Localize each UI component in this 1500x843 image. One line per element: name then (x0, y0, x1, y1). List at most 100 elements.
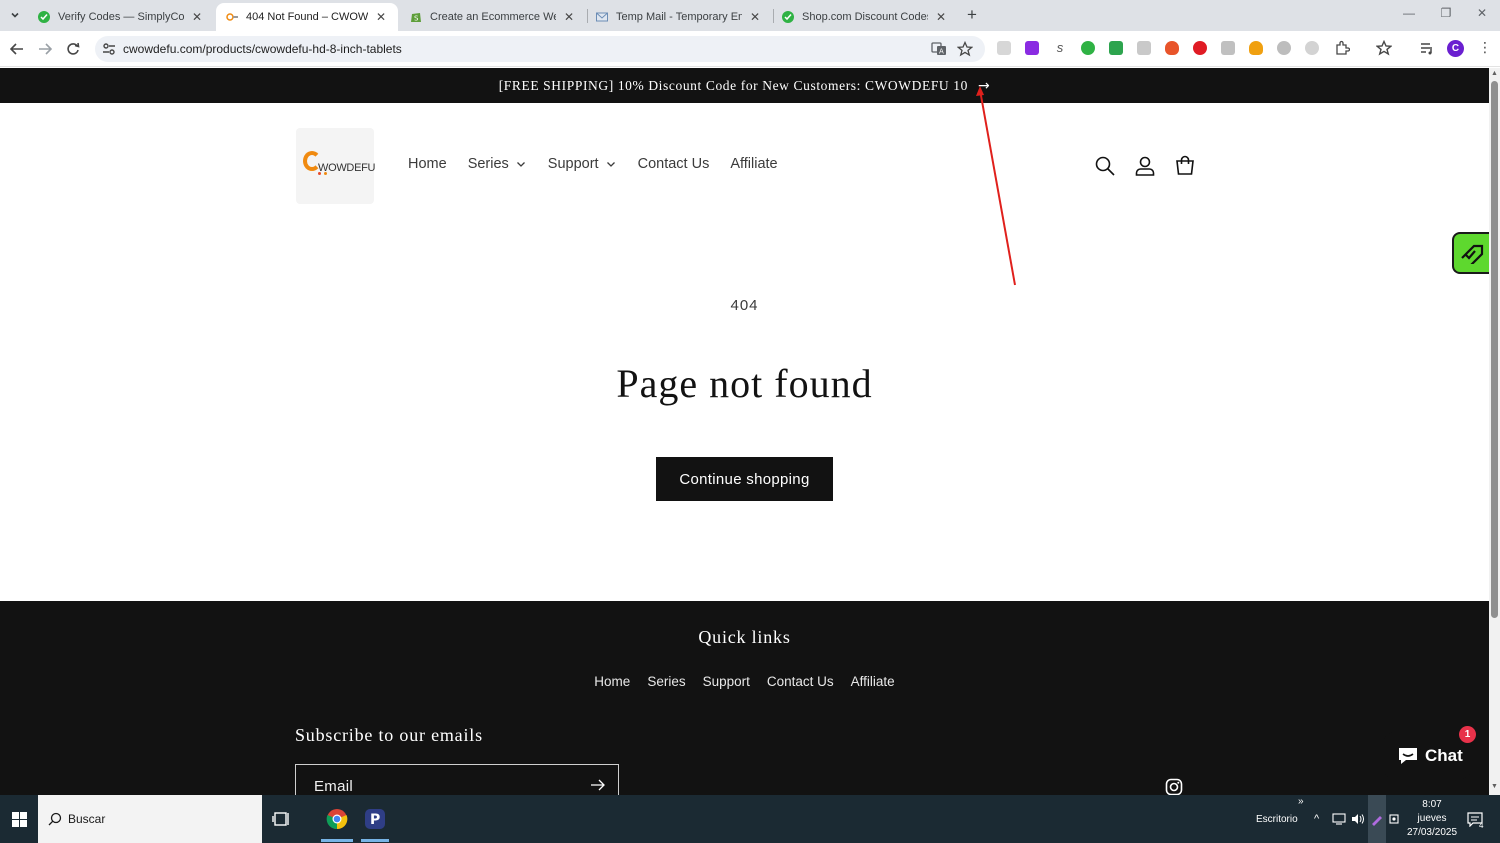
footer-link-affiliate[interactable]: Affiliate (851, 674, 895, 689)
translate-icon[interactable]: A (931, 41, 947, 57)
scroll-up-icon[interactable]: ▲ (1491, 70, 1498, 77)
footer-link-series[interactable]: Series (647, 674, 685, 689)
close-icon[interactable]: ✕ (374, 10, 388, 24)
shopify-favicon-icon: S (410, 11, 422, 23)
extensions-puzzle-icon[interactable] (1334, 40, 1350, 56)
task-view-icon[interactable] (270, 807, 294, 831)
announcement-bar[interactable]: [FREE SHIPPING] 10% Discount Code for Ne… (0, 68, 1489, 103)
search-icon[interactable] (1093, 154, 1117, 178)
extension-s-icon[interactable]: s (1053, 41, 1067, 55)
nav-label: Support (547, 156, 599, 172)
address-bar[interactable]: cwowdefu.com/products/cwowdefu-hd-8-inch… (95, 36, 985, 62)
tab-verify-codes[interactable]: Verify Codes — SimplyCodes ✕ (28, 3, 214, 31)
svg-text:P: P (370, 812, 380, 828)
nav-contact-us[interactable]: Contact Us (638, 156, 710, 172)
tab-title: 404 Not Found – CWOWDEFU (246, 11, 368, 23)
extension-icon[interactable] (1025, 41, 1039, 55)
chat-notification-badge: 1 (1459, 726, 1476, 743)
subscribe-title: Subscribe to our emails (295, 725, 483, 745)
svg-text:A: A (939, 48, 944, 56)
tab-shop-discount-codes[interactable]: Shop.com Discount Codes (1 Ve ✕ (772, 3, 958, 31)
extension-icon[interactable] (1277, 41, 1291, 55)
simplycodes-side-tab[interactable] (1452, 232, 1489, 274)
tab-title: Shop.com Discount Codes (1 Ve (802, 11, 928, 23)
browser-toolbar: cwowdefu.com/products/cwowdefu-hd-8-inch… (0, 31, 1500, 67)
active-app-indicator (321, 839, 353, 842)
close-icon[interactable]: ✕ (748, 10, 762, 24)
site-settings-icon[interactable] (101, 41, 117, 57)
system-clock[interactable]: 8:07 jueves 27/03/2025 (1404, 798, 1460, 840)
close-icon[interactable]: ✕ (190, 10, 204, 24)
cart-icon[interactable] (1173, 154, 1197, 178)
extension-flame-icon[interactable] (1249, 41, 1263, 55)
nav-home[interactable]: Home (408, 156, 447, 172)
extension-icon[interactable] (1109, 41, 1123, 55)
tray-up-icon[interactable]: ^ (1314, 813, 1319, 825)
chat-label: Chat (1425, 745, 1463, 765)
close-icon[interactable]: ✕ (934, 10, 948, 24)
arrow-right-icon[interactable] (590, 777, 606, 793)
nav-support[interactable]: Support (548, 156, 617, 172)
email-placeholder: Email (314, 778, 354, 795)
tab-temp-mail[interactable]: Temp Mail - Temporary Email ✕ (586, 3, 772, 31)
simplycodes-favicon-icon (782, 11, 794, 23)
tab-strip: Verify Codes — SimplyCodes ✕ 404 Not Fou… (0, 0, 1500, 31)
tab-search-button[interactable] (4, 4, 26, 26)
reload-icon[interactable] (63, 39, 83, 59)
back-icon[interactable] (7, 39, 27, 59)
tray-overflow-chevron-icon[interactable]: » (1298, 796, 1304, 807)
tab-404-not-found[interactable]: 404 Not Found – CWOWDEFU ✕ (216, 3, 398, 31)
new-tab-button[interactable]: + (962, 5, 982, 25)
close-window-icon[interactable]: ✕ (1472, 6, 1492, 20)
scroll-down-icon[interactable]: ▼ (1491, 783, 1498, 790)
chrome-icon[interactable] (325, 807, 349, 831)
footer-link-home[interactable]: Home (594, 674, 630, 689)
quick-links-title: Quick links (698, 627, 791, 647)
desktop-toolbar-label[interactable]: Escritorio (1256, 814, 1298, 825)
nav-label: Series (467, 156, 509, 172)
volume-icon[interactable] (1351, 813, 1365, 825)
page-scrollbar[interactable]: ▲ ▼ (1489, 68, 1500, 795)
arrow-right-icon[interactable]: → (978, 78, 990, 94)
clock-day: jueves (1417, 813, 1447, 824)
account-icon[interactable] (1133, 154, 1157, 178)
search-placeholder: Buscar (68, 812, 106, 826)
announcement-text: [FREE SHIPPING] 10% Discount Code for Ne… (498, 77, 968, 93)
bookmark-star-icon[interactable] (957, 41, 973, 57)
instagram-icon[interactable] (1165, 778, 1183, 795)
tab-create-ecommerce[interactable]: S Create an Ecommerce Website ✕ (400, 3, 586, 31)
simplycodes-extension-icon[interactable] (1081, 41, 1095, 55)
nav-affiliate[interactable]: Affiliate (730, 156, 777, 172)
bookmarks-icon[interactable] (1376, 40, 1392, 56)
chat-button[interactable]: Chat (1383, 732, 1472, 779)
site-logo[interactable]: WOWDEFU (296, 128, 375, 204)
continue-shopping-button[interactable]: Continue shopping (656, 457, 833, 501)
meet-now-icon[interactable] (1389, 813, 1401, 825)
menu-kebab-icon[interactable]: ⋮ (1478, 39, 1492, 56)
footer-link-support[interactable]: Support (703, 674, 750, 689)
url-text: cwowdefu.com/products/cwowdefu-hd-8-inch… (123, 42, 402, 56)
restore-icon[interactable]: ❐ (1436, 6, 1456, 20)
minimize-icon[interactable]: — (1399, 6, 1419, 20)
forward-icon[interactable] (35, 39, 55, 59)
scrollbar-thumb[interactable] (1491, 81, 1498, 618)
extension-icon[interactable] (1221, 41, 1235, 55)
email-field[interactable]: Email (295, 764, 619, 795)
simplycodes-favicon-icon (38, 11, 50, 23)
extension-icon[interactable] (1137, 41, 1151, 55)
nav-series[interactable]: Series (468, 156, 527, 172)
profile-avatar[interactable]: C (1447, 40, 1464, 57)
extension-icon[interactable] (997, 41, 1011, 55)
media-controls-icon[interactable] (1419, 40, 1435, 56)
opera-extension-icon[interactable] (1193, 41, 1207, 55)
footer-link-contact-us[interactable]: Contact Us (767, 674, 834, 689)
network-icon[interactable] (1332, 813, 1346, 825)
page-title: Page not found (616, 361, 873, 406)
extension-icon[interactable] (1305, 41, 1319, 55)
taskbar-search-input[interactable]: Buscar (38, 795, 262, 843)
pen-icon[interactable] (1370, 812, 1384, 826)
start-button[interactable] (0, 795, 38, 843)
app-p-icon[interactable]: P (363, 807, 387, 831)
close-icon[interactable]: ✕ (562, 10, 576, 24)
extension-fire-icon[interactable] (1165, 41, 1179, 55)
